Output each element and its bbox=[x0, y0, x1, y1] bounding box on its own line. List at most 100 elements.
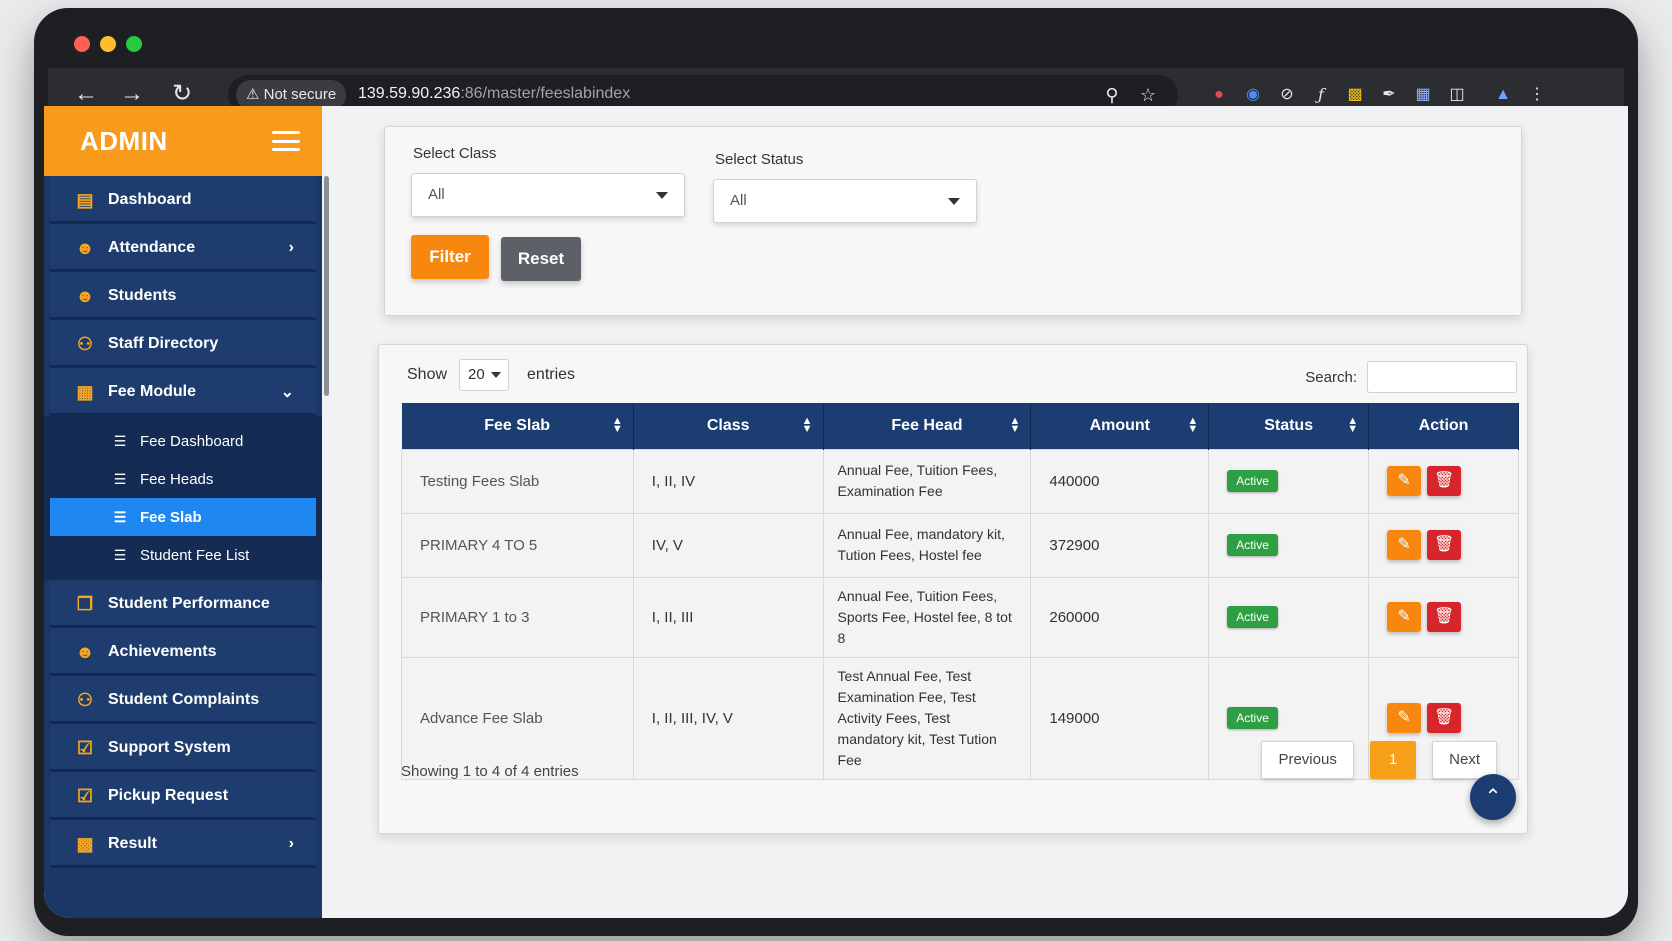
cell-fee-slab: PRIMARY 4 TO 5 bbox=[401, 512, 634, 578]
column-header-amount[interactable]: Amount ▲ ▼ bbox=[1030, 403, 1210, 449]
minimize-window-button[interactable] bbox=[100, 36, 116, 52]
warning-icon: ⚠ bbox=[246, 86, 260, 103]
select-class-label: Select Class bbox=[413, 145, 497, 162]
caret-down-icon bbox=[491, 372, 502, 378]
hamburger-menu-icon[interactable] bbox=[272, 131, 300, 151]
cell-fee-slab: Advance Fee Slab bbox=[401, 656, 634, 780]
extension-docs-icon[interactable]: ▦ bbox=[1410, 82, 1436, 108]
page-viewport: ADMIN ▤ Dashboard ☻ Attendance › ☻ Stude… bbox=[44, 106, 1628, 918]
edit-icon[interactable]: ✎ bbox=[1387, 703, 1422, 733]
column-header-fee-slab[interactable]: Fee Slab ▲ ▼ bbox=[401, 403, 634, 449]
sidebar-item-student-performance[interactable]: ❐ Student Performance bbox=[50, 580, 316, 628]
trash-icon[interactable]: 🗑 bbox=[1427, 703, 1462, 733]
zoom-icon[interactable]: ⚲ bbox=[1100, 83, 1124, 107]
submenu-item-label: Student Fee List bbox=[140, 546, 250, 564]
cell-fee-head: Annual Fee, Tuition Fees, Examination Fe… bbox=[822, 448, 1032, 514]
user-icon: ☻ bbox=[75, 641, 95, 662]
sort-icon: ▲ ▼ bbox=[1009, 415, 1021, 435]
copy-icon: ❐ bbox=[76, 593, 94, 614]
sidebar-item-students[interactable]: ☻ Students bbox=[50, 272, 316, 320]
column-header-status[interactable]: Status ▲ ▼ bbox=[1208, 403, 1370, 449]
cell-fee-head: Annual Fee, mandatory kit, Tution Fees, … bbox=[822, 512, 1032, 578]
trash-icon[interactable]: 🗑 bbox=[1427, 530, 1462, 560]
edit-icon[interactable]: ✎ bbox=[1387, 466, 1422, 496]
list-icon: ☰ bbox=[113, 470, 127, 487]
previous-page-button[interactable]: Previous bbox=[1261, 741, 1354, 779]
status-badge: Active bbox=[1227, 606, 1278, 628]
submenu-item-label: Fee Slab bbox=[140, 508, 202, 526]
trash-icon[interactable]: 🗑 bbox=[1427, 602, 1462, 632]
users-group-icon: ⚇ bbox=[76, 333, 94, 354]
sidebar-item-result[interactable]: ▩ Result › bbox=[50, 820, 316, 868]
pagination: Previous 1 Next bbox=[1245, 741, 1497, 779]
cell-amount: 260000 bbox=[1030, 576, 1210, 658]
cell-fee-slab: PRIMARY 1 to 3 bbox=[401, 576, 634, 658]
url-text[interactable]: 139.59.90.236:86/master/feeslabindex bbox=[358, 85, 630, 103]
menu-kebab-icon[interactable]: ⋮ bbox=[1524, 82, 1550, 108]
caret-down-icon bbox=[656, 192, 668, 199]
close-window-button[interactable] bbox=[74, 36, 90, 52]
url-path: :86/master/feeslabindex bbox=[460, 85, 631, 102]
chevron-up-icon: ⌃ bbox=[1484, 786, 1502, 808]
sidebar-item-label: Support System bbox=[108, 738, 231, 756]
main-content: Select Class All Select Status All Filte… bbox=[344, 106, 1628, 918]
page-length-control: Show 20 entries bbox=[407, 359, 575, 391]
filter-button[interactable]: Filter bbox=[411, 235, 489, 279]
reset-button[interactable]: Reset bbox=[501, 237, 581, 281]
sidebar-item-student-complaints[interactable]: ⚇ Student Complaints bbox=[50, 676, 316, 724]
column-header-class[interactable]: Class ▲ ▼ bbox=[633, 403, 824, 449]
sidebar-item-support-system[interactable]: ☑ Support System bbox=[50, 724, 316, 772]
status-badge: Active bbox=[1227, 707, 1278, 729]
sidebar-item-achievements[interactable]: ☻ Achievements bbox=[50, 628, 316, 676]
extension-red-icon[interactable]: ● bbox=[1206, 82, 1232, 108]
sidebar: ADMIN ▤ Dashboard ☻ Attendance › ☻ Stude… bbox=[44, 106, 322, 918]
extension-chart-icon[interactable]: ▩ bbox=[1342, 82, 1368, 108]
submenu-item-label: Fee Dashboard bbox=[140, 432, 244, 450]
trash-icon[interactable]: 🗑 bbox=[1427, 466, 1462, 496]
next-page-button[interactable]: Next bbox=[1432, 741, 1497, 779]
search-input[interactable] bbox=[1367, 361, 1517, 393]
profile-avatar-icon[interactable]: ▲ bbox=[1490, 82, 1516, 108]
submenu-item-student-fee-list[interactable]: ☰ Student Fee List bbox=[50, 536, 316, 574]
submenu-item-label: Fee Heads bbox=[140, 470, 214, 488]
sidebar-item-dashboard[interactable]: ▤ Dashboard bbox=[50, 176, 316, 224]
select-status-dropdown[interactable]: All bbox=[713, 179, 977, 223]
cell-amount: 440000 bbox=[1030, 448, 1210, 514]
page-1-button[interactable]: 1 bbox=[1369, 741, 1417, 779]
sidebar-item-staff-directory[interactable]: ⚇ Staff Directory bbox=[50, 320, 316, 368]
show-label: Show bbox=[407, 366, 448, 383]
extensions-puzzle-icon[interactable]: ◫ bbox=[1444, 82, 1470, 108]
edit-icon[interactable]: ✎ bbox=[1387, 602, 1422, 632]
maximize-window-button[interactable] bbox=[126, 36, 142, 52]
bookmark-star-icon[interactable]: ☆ bbox=[1136, 83, 1160, 107]
entries-label: entries bbox=[527, 366, 576, 383]
column-header-fee-head[interactable]: Fee Head ▲ ▼ bbox=[823, 403, 1032, 449]
sidebar-item-fee-module[interactable]: ▦ Fee Module ⌄ bbox=[50, 368, 316, 416]
cell-fee-head: Test Annual Fee, Test Examination Fee, T… bbox=[822, 656, 1032, 780]
submenu-item-fee-slab[interactable]: ☰ Fee Slab bbox=[50, 498, 316, 536]
extension-lens-icon[interactable]: ◉ bbox=[1240, 82, 1266, 108]
sidebar-item-pickup-request[interactable]: ☑ Pickup Request bbox=[50, 772, 316, 820]
submenu-item-fee-heads[interactable]: ☰ Fee Heads bbox=[50, 460, 316, 498]
extension-fx-icon[interactable]: ƒ bbox=[1308, 82, 1334, 108]
calendar-icon: ▦ bbox=[76, 381, 94, 402]
sidebar-item-attendance[interactable]: ☻ Attendance › bbox=[50, 224, 316, 272]
select-status-value: All bbox=[730, 192, 747, 209]
report-icon: ▩ bbox=[76, 833, 94, 854]
select-class-dropdown[interactable]: All bbox=[411, 173, 685, 217]
scroll-to-top-button[interactable]: ⌃ bbox=[1470, 774, 1516, 820]
cell-status: Active bbox=[1208, 512, 1370, 578]
page-length-value: 20 bbox=[468, 366, 485, 383]
sidebar-item-label: Pickup Request bbox=[108, 786, 229, 804]
cell-status: Active bbox=[1208, 576, 1370, 658]
filter-panel: Select Class All Select Status All Filte… bbox=[384, 126, 1522, 316]
browser-window: ← → ↻ ⚠ Not secure 139.59.90.236:86/mast… bbox=[34, 8, 1638, 936]
edit-icon[interactable]: ✎ bbox=[1387, 530, 1422, 560]
page-length-select[interactable]: 20 bbox=[459, 359, 510, 391]
cell-fee-slab: Testing Fees Slab bbox=[401, 448, 634, 514]
submenu-item-fee-dashboard[interactable]: ☰ Fee Dashboard bbox=[50, 422, 316, 460]
extension-compass-icon[interactable]: ⊘ bbox=[1274, 82, 1300, 108]
list-icon: ☰ bbox=[113, 546, 127, 563]
sidebar-scrollbar[interactable] bbox=[324, 176, 329, 396]
extension-eyedropper-icon[interactable]: ✒ bbox=[1376, 82, 1402, 108]
